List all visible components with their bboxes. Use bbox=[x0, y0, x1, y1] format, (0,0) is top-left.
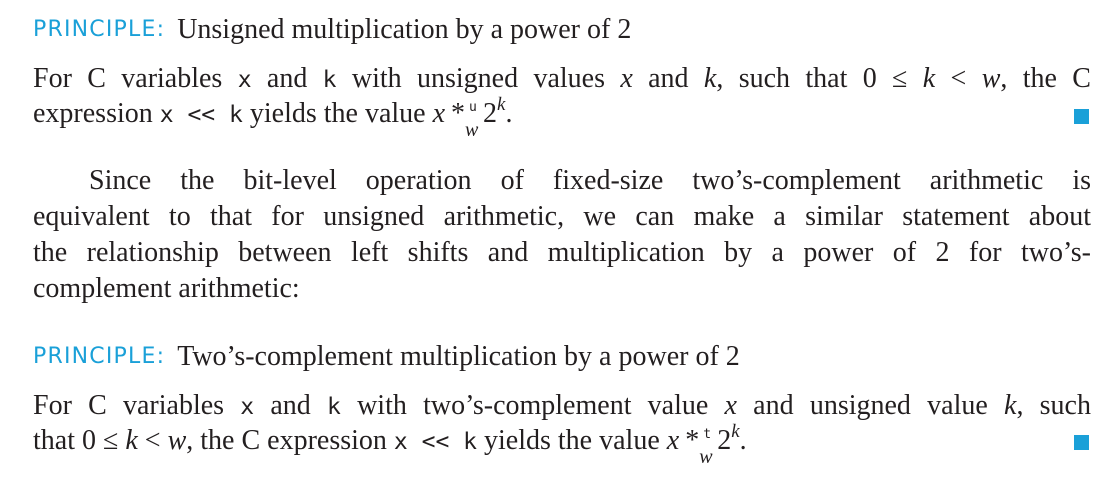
principle-title: Unsigned multiplication by a power of 2 bbox=[177, 14, 632, 45]
unsigned-multiply-operator: * u w bbox=[451, 98, 479, 141]
principle-title: Two’s-complement multiplication by a pow… bbox=[177, 341, 740, 372]
end-of-principle-square-icon bbox=[1074, 435, 1089, 450]
principle-label: PRINCIPLE: bbox=[33, 17, 166, 42]
power-expression: 2k bbox=[483, 94, 506, 129]
power-expression: 2k bbox=[717, 421, 740, 456]
end-of-principle-square-icon bbox=[1074, 109, 1089, 124]
principle-text-line: For C variables x and k with two’s-compl… bbox=[33, 390, 1091, 421]
principle-text-line: that 0 ≤ k < w, the C expression x << k … bbox=[33, 421, 747, 468]
principle-heading: PRINCIPLE: Two’s-complement multiplicatio… bbox=[33, 340, 740, 374]
paragraph-line: the relationship between left shifts and… bbox=[33, 237, 1091, 268]
principle-heading: PRINCIPLE: Unsigned multiplication by a p… bbox=[33, 13, 631, 47]
paragraph-line: Since the bit-level operation of fixed-s… bbox=[89, 165, 1091, 196]
twos-complement-multiply-operator: * t w bbox=[685, 425, 713, 468]
paragraph-line: equivalent to that for unsigned arithmet… bbox=[33, 201, 1091, 232]
paragraph-line: complement arithmetic: bbox=[33, 273, 300, 304]
principle-label: PRINCIPLE: bbox=[33, 344, 166, 369]
principle-text-line: expression x << k yields the value x * u w 2… bbox=[33, 94, 513, 141]
principle-text-line: For C variables x and k with unsigned va… bbox=[33, 63, 1091, 94]
